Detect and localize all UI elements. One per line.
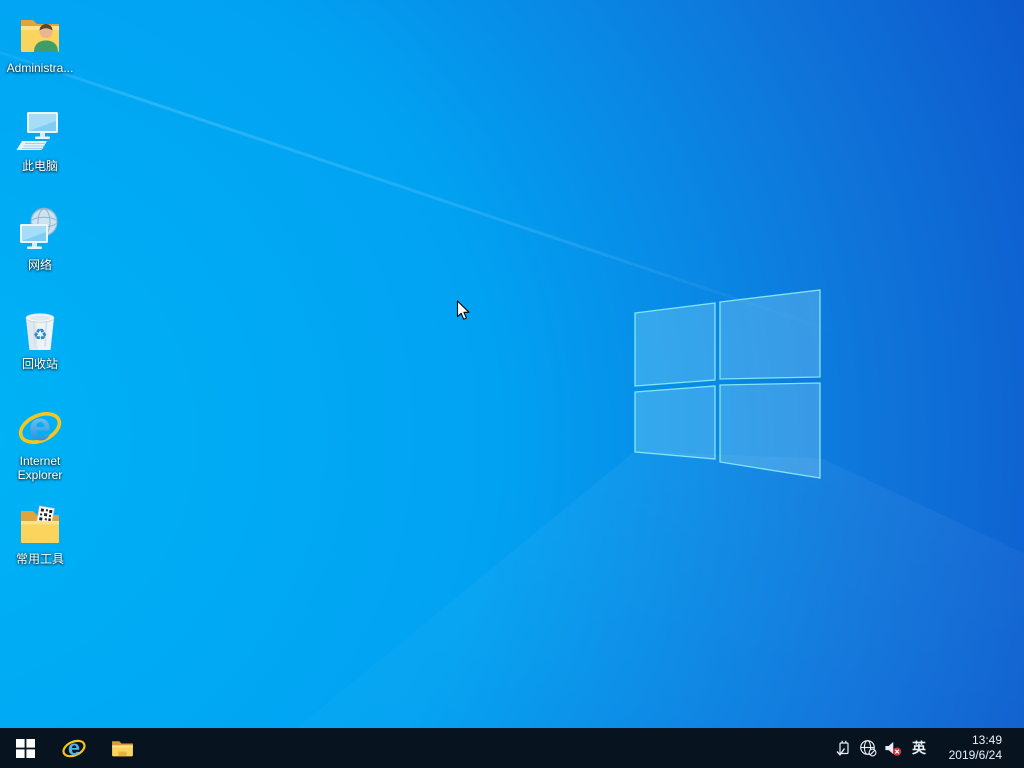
clock-date: 2019/6/24 bbox=[948, 748, 1002, 762]
taskbar-empty-area[interactable] bbox=[146, 728, 834, 768]
svg-text:e: e bbox=[29, 405, 51, 449]
desktop-icon-common-tools[interactable]: 常用工具 bbox=[2, 501, 78, 566]
file-explorer-icon bbox=[111, 740, 133, 756]
desktop-icon-label: 网络 bbox=[27, 258, 52, 272]
desktop-icon-label: 回收站 bbox=[21, 357, 58, 371]
taskbar-file-explorer-button[interactable] bbox=[98, 728, 146, 768]
desktop-icon-internet-explorer[interactable]: e Internet Explorer bbox=[2, 403, 78, 482]
light-ray bbox=[0, 24, 850, 338]
desktop-icon-label: Administra... bbox=[6, 61, 74, 75]
taskbar-clock[interactable]: 13:49 2019/6/24 bbox=[940, 733, 1002, 763]
screen: Administra... 此电脑 网络 ♻ 回收站 e Internet Ex… bbox=[0, 0, 1024, 768]
svg-text:♻: ♻ bbox=[33, 325, 47, 344]
clock-time: 13:49 bbox=[971, 733, 1002, 747]
desktop-icon-administrator[interactable]: Administra... bbox=[2, 10, 78, 75]
usb-safely-remove-icon[interactable] bbox=[834, 728, 852, 768]
desktop-wallpaper[interactable] bbox=[0, 0, 1024, 728]
volume-muted-icon[interactable] bbox=[884, 728, 902, 768]
network-globe-monitor-icon bbox=[2, 207, 78, 255]
system-tray: 英 13:49 2019/6/24 bbox=[834, 728, 1024, 768]
desktop-icon-network[interactable]: 网络 bbox=[2, 207, 78, 272]
internet-explorer-icon: e bbox=[2, 403, 78, 451]
desktop-icon-recycle-bin[interactable]: ♻ 回收站 bbox=[2, 306, 78, 371]
windows-start-icon bbox=[15, 738, 35, 758]
desktop-icon-this-pc[interactable]: 此电脑 bbox=[2, 108, 78, 173]
desktop-icon-label: 此电脑 bbox=[21, 159, 58, 173]
network-globe-offline-icon[interactable] bbox=[859, 728, 877, 768]
svg-text:e: e bbox=[68, 735, 80, 760]
user-folder-icon bbox=[2, 10, 78, 58]
light-wedge bbox=[296, 451, 1024, 728]
start-button[interactable] bbox=[0, 728, 50, 768]
ime-language-indicator[interactable]: 英 bbox=[912, 738, 926, 758]
desktop-icon-label: 常用工具 bbox=[15, 552, 64, 566]
taskbar-internet-explorer-button[interactable]: e bbox=[50, 728, 98, 768]
taskbar: e 英 13:49 2019/6/24 bbox=[0, 728, 1024, 768]
recycle-bin-icon: ♻ bbox=[2, 306, 78, 354]
tools-folder-icon bbox=[2, 501, 78, 549]
computer-icon bbox=[2, 108, 78, 156]
desktop-icon-label: Internet Explorer bbox=[17, 454, 63, 482]
internet-explorer-icon: e bbox=[62, 735, 86, 760]
